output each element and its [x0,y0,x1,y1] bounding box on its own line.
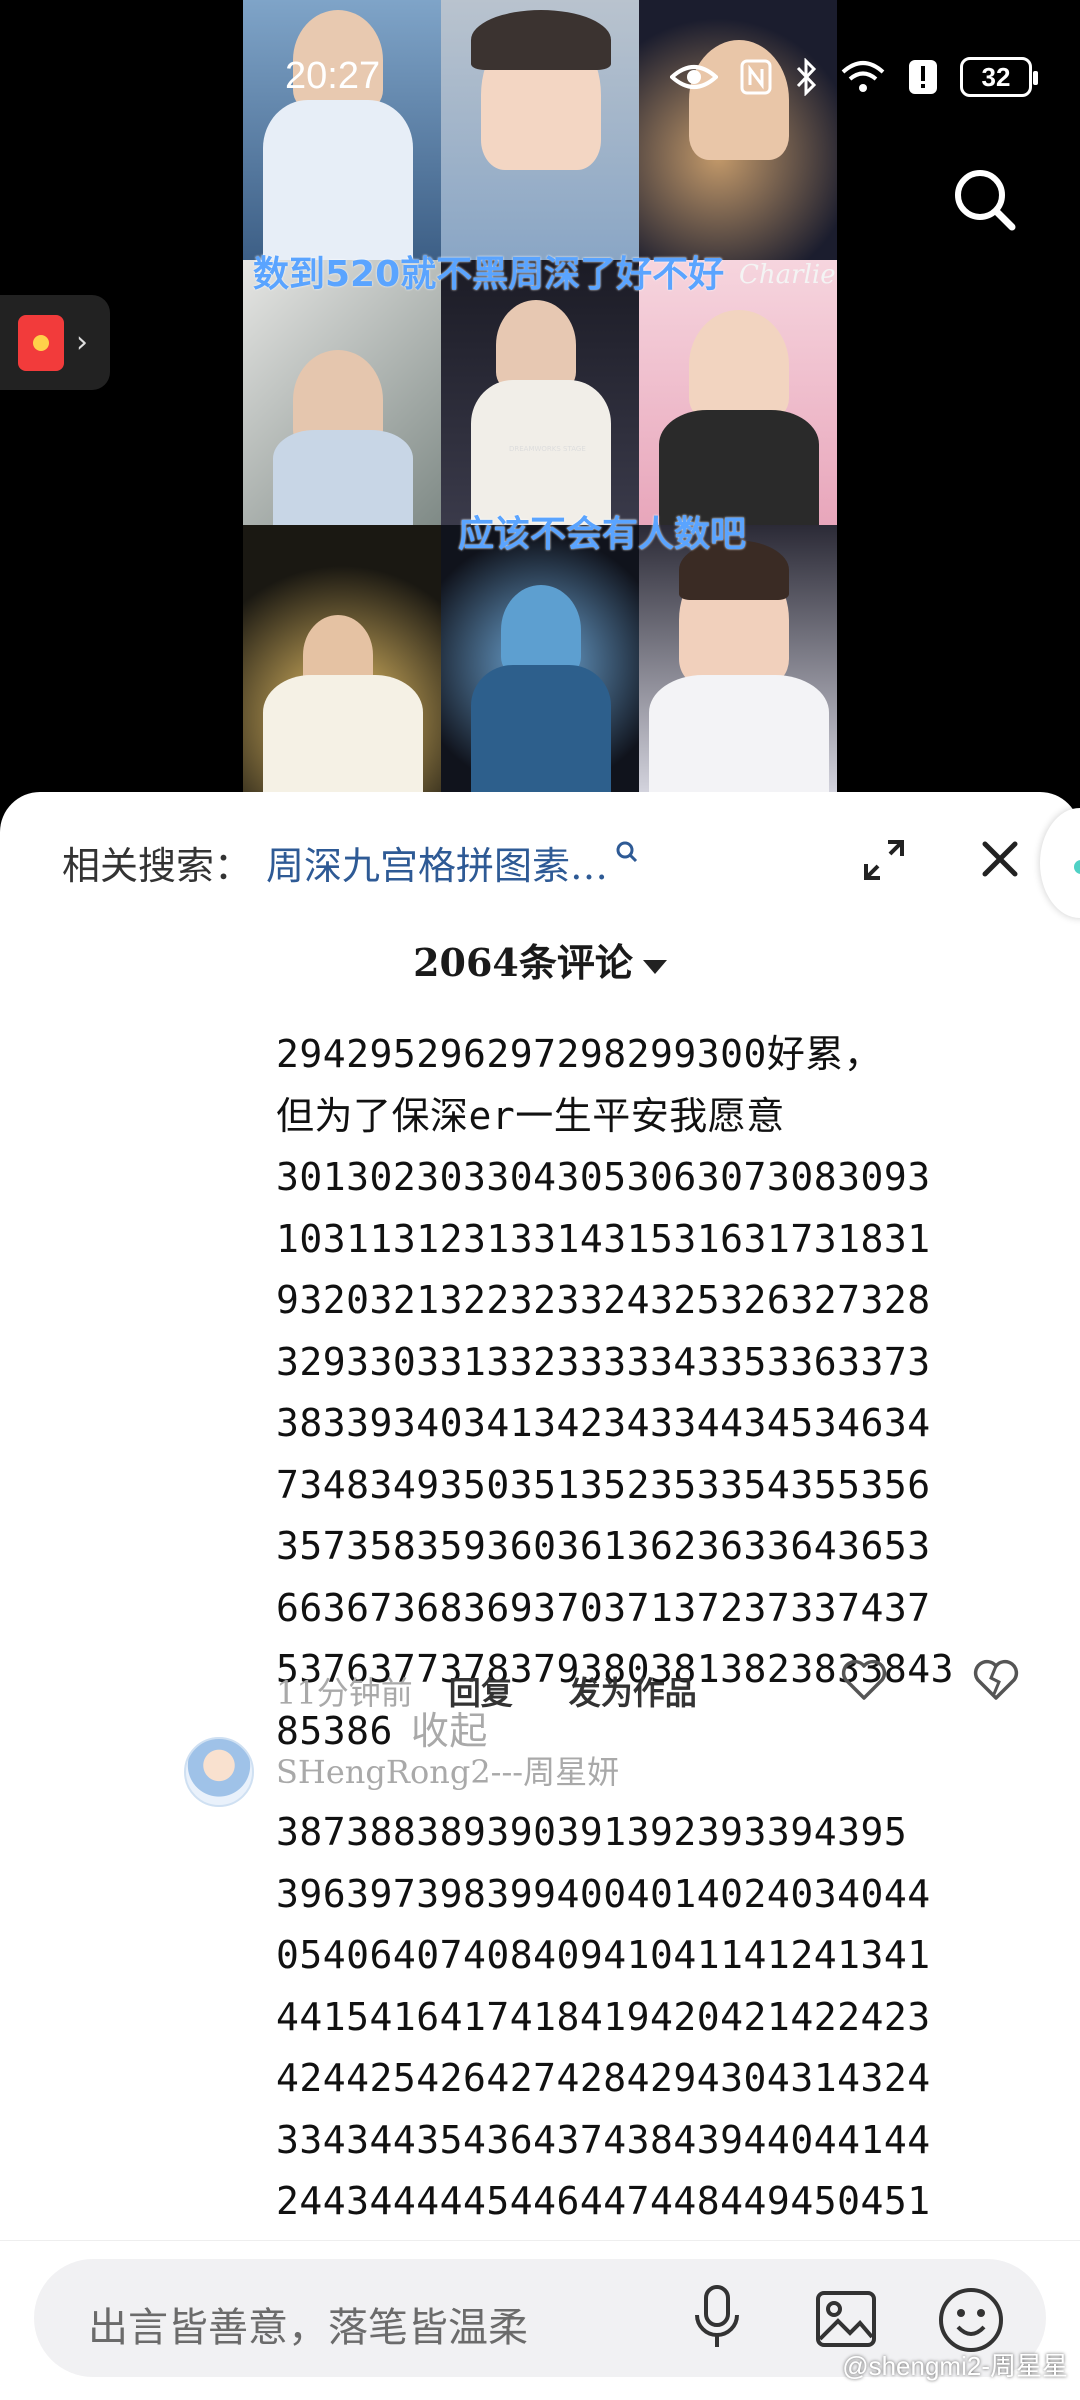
comment-input-placeholder: 出言皆善意，落笔皆温柔 [88,2305,528,2351]
voice-input-button[interactable] [689,2283,745,2353]
grid-cell-2 [441,0,639,260]
comment-line: 3963973983994004014024034044 [276,1871,931,1916]
comment-line: 6636736836937037137237337437 [276,1585,931,1630]
caret-down-icon [642,959,667,974]
sign-text: Charlie [739,260,836,290]
search-button[interactable] [950,165,1020,235]
comment-count-toggle[interactable]: 2064条评论 [0,932,1080,987]
battery-indicator: 32 [960,57,1038,97]
comment-line: 0540640740840941041141241341 [276,1933,931,1977]
video-overlay-text-1: 数到520就不黑周深了好不好 [253,254,725,295]
emoji-icon [939,2288,1003,2352]
post-as-work-button[interactable]: 发为作品 [569,1668,697,1714]
search-icon [955,170,1016,231]
grid-cell-7 [243,525,441,800]
comment-line: 3343443543643743843944044144 [276,2117,931,2162]
grid-cell-3 [639,0,837,260]
alert-icon [909,60,937,94]
comment-line: 3573583593603613623633643653 [276,1524,931,1568]
video-player[interactable]: DREAMWORKS STAGE Charlie 数到520就不黑周深了好不好 … [243,0,837,800]
comment-line: 294295296297298299300好累， [276,1032,883,1076]
comment-1-text: 294295296297298299300好累， 但为了保深er一生平安我愿意 … [276,1024,1036,1762]
comment-line: 85386 [276,1708,393,1753]
bluetooth-icon [796,58,817,96]
status-time: 20:27 [285,55,381,97]
related-search-query[interactable]: 周深九宫格拼图素… [266,835,608,890]
eye-icon [670,65,718,89]
image-icon [816,2291,876,2347]
broken-heart-icon [973,1659,1019,1700]
comment-line: 3833934034134234334434534634 [276,1401,931,1445]
close-button[interactable] [975,834,1025,884]
grid-cell-6: Charlie [639,260,837,525]
close-icon [982,841,1018,877]
watermark-text: @shengmi2-周星星 [842,2351,1068,2381]
like-button[interactable] [840,1658,888,1702]
expand-icon [864,840,904,880]
related-search-label: 相关搜索： [62,843,253,888]
comment-line: 4244254264274284294304314324 [276,2056,931,2100]
dislike-button[interactable] [972,1658,1020,1702]
grid-cell-9 [639,525,837,800]
reply-button[interactable]: 回复 [449,1668,513,1714]
comment-line: 9320321322323324325326327328 [276,1278,931,1322]
red-envelope-icon [18,314,64,371]
comment-line: 3013023033043053063073083093 [276,1155,931,1199]
comment-count: 2064条评论 [413,940,633,985]
wifi-icon [841,61,885,92]
search-icon [616,841,638,863]
stage-text: DREAMWORKS STAGE [509,445,586,453]
red-packet-button[interactable]: › [0,295,110,390]
comment-line: 3293303313323333343353363373 [276,1339,931,1384]
emoji-button[interactable] [936,2285,1006,2355]
collapse-button[interactable]: 收起 [411,1709,488,1753]
expand-button[interactable] [862,838,906,882]
comment-2-username[interactable]: SHengRong2---周星妍 [276,1747,619,1793]
grid-cell-8 [441,525,639,800]
comment-1-meta: 11分钟前 回复 发为作品 [276,1668,697,1714]
grid-cell-1 [243,0,441,260]
status-bar: 20:27 32 [0,55,1080,105]
heart-icon [841,1659,887,1700]
chevron-right-icon: › [76,325,88,360]
image-upload-button[interactable] [814,2287,878,2351]
avatar[interactable] [184,1737,254,1807]
comment-line: 7348349350351352353354355356 [276,1462,931,1507]
comment-line: 387388389390391392393394395 [276,1810,908,1854]
watermark: @shengmi2-周星星 [842,2346,1068,2383]
comment-line: 4415416417418419420421422423 [276,1994,931,2039]
comment-line: 1031131231331431531631731831 [276,1216,931,1261]
grid-cell-4 [243,260,441,525]
comment-time: 11分钟前 [276,1674,413,1712]
comment-line: 2443444445446447448449450451 [276,2179,931,2223]
comment-sheet: 相关搜索： 周深九宫格拼图素… 2064条评论 2942952962972982… [0,792,1080,2400]
nfc-icon [740,59,772,95]
grid-cell-5: DREAMWORKS STAGE [441,260,639,525]
comment-line: 但为了保深er一生平安我愿意 [276,1093,785,1138]
microphone-icon [695,2285,739,2347]
video-overlay-text-2: 应该不会有人数吧 [458,514,747,555]
